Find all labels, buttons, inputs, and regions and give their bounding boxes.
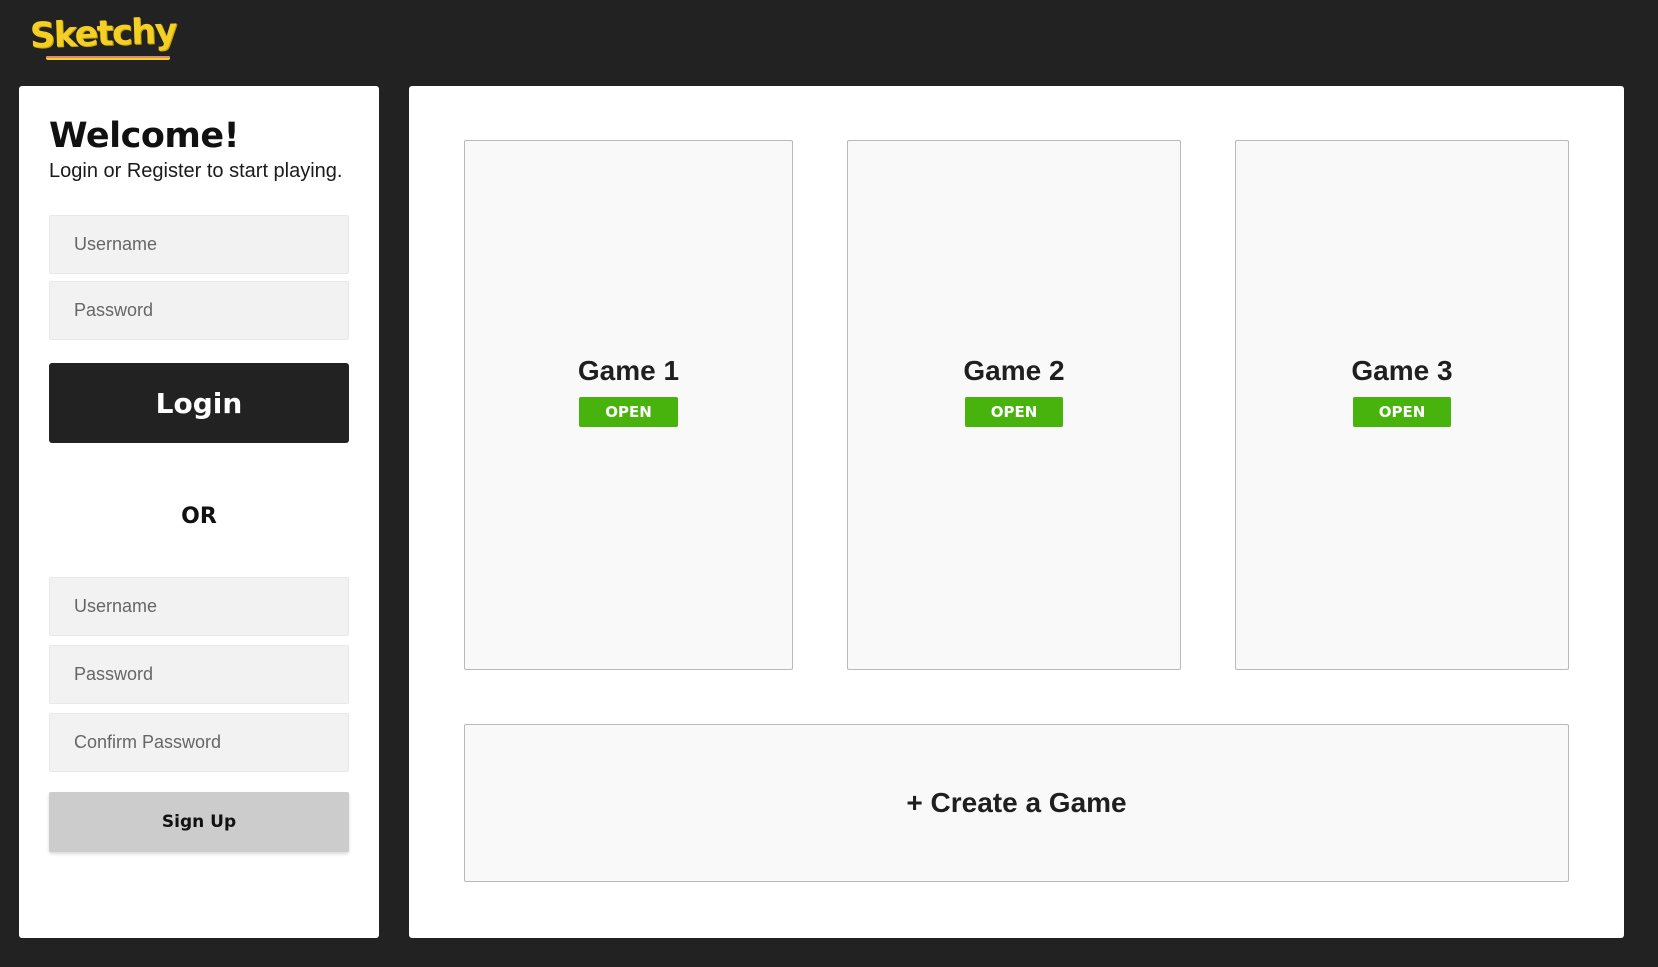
game-title: Game 1 — [577, 355, 680, 386]
login-button[interactable]: Login — [49, 363, 349, 443]
game-card-2[interactable]: Game 2 OPEN — [847, 140, 1181, 670]
game-status-badge: OPEN — [964, 397, 1064, 427]
game-card-3[interactable]: Game 3 OPEN — [1235, 140, 1569, 670]
game-card-content: Game 2 OPEN — [848, 355, 1180, 427]
register-confirm-password-input[interactable] — [49, 713, 349, 772]
sketchy-logo[interactable]: Sketchy — [29, 11, 177, 64]
games-panel: Game 1 OPEN Game 2 OPEN Game 3 OPEN + Cr… — [409, 86, 1624, 938]
create-game-button[interactable]: + Create a Game — [464, 724, 1569, 882]
game-title: Game 3 — [1351, 355, 1453, 386]
game-card-content: Game 1 OPEN — [465, 355, 792, 427]
game-card-1[interactable]: Game 1 OPEN — [464, 140, 793, 670]
game-title: Game 2 — [963, 355, 1065, 386]
welcome-subtitle: Login or Register to start playing. — [49, 160, 343, 182]
register-username-input[interactable] — [49, 577, 349, 636]
login-username-input[interactable] — [49, 215, 349, 274]
sign-up-button[interactable]: Sign Up — [49, 792, 349, 852]
welcome-title: Welcome! — [49, 116, 240, 156]
logo-text: Sketchy — [29, 11, 177, 57]
create-game-label: + Create a Game — [906, 787, 1127, 818]
game-status-badge: OPEN — [579, 397, 678, 427]
logo-pencil-underline — [46, 56, 170, 60]
or-divider: OR — [181, 504, 217, 529]
auth-panel: Welcome! Login or Register to start play… — [19, 86, 379, 938]
login-password-input[interactable] — [49, 281, 349, 340]
game-status-badge: OPEN — [1352, 397, 1452, 427]
game-card-content: Game 3 OPEN — [1236, 355, 1568, 427]
register-password-input[interactable] — [49, 645, 349, 704]
